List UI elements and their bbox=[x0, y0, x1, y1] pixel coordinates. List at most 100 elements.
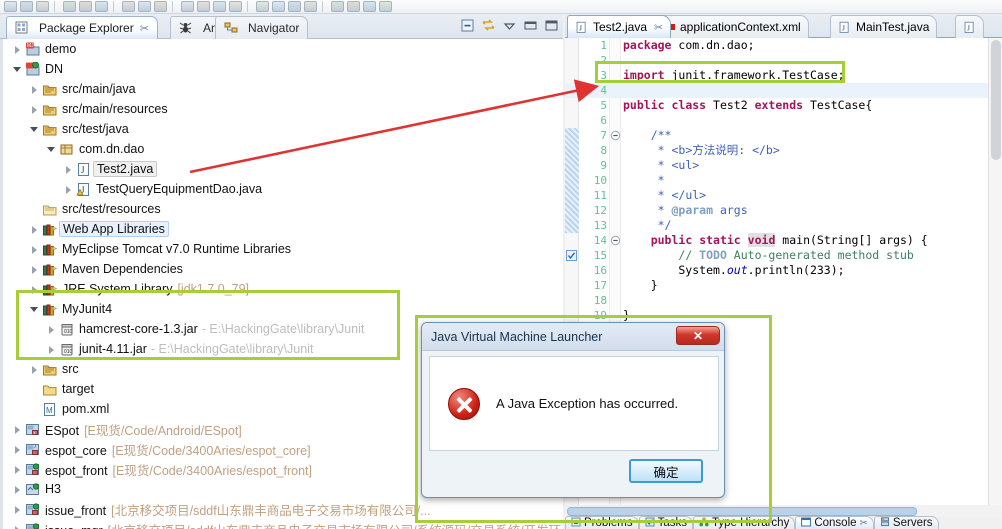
tree-item-src-main-resources[interactable]: src/main/resources bbox=[3, 99, 563, 119]
chevron-right-icon[interactable] bbox=[30, 365, 39, 374]
new-icon[interactable] bbox=[272, 1, 285, 12]
minimize-icon[interactable] bbox=[523, 18, 538, 33]
tab-navigator[interactable]: Navigator bbox=[215, 16, 309, 39]
code-line[interactable]: 6 bbox=[565, 113, 1002, 128]
code-line[interactable]: 8 * <b>方法说明: </b> bbox=[565, 143, 1002, 158]
code-line[interactable]: 15 // TODO Auto-generated method stub bbox=[565, 248, 1002, 263]
debug-icon[interactable] bbox=[63, 1, 76, 12]
scrollbar-thumb[interactable] bbox=[991, 40, 1001, 160]
search-icon[interactable] bbox=[138, 1, 151, 12]
chevron-right-icon[interactable] bbox=[13, 465, 22, 474]
chevron-right-icon[interactable] bbox=[13, 525, 22, 529]
chevron-right-icon[interactable] bbox=[13, 445, 22, 454]
code-line[interactable]: 16 System.out.println(233); bbox=[565, 263, 1002, 278]
link-with-editor-icon[interactable] bbox=[481, 18, 496, 33]
tree-item-myjunit4[interactable]: MyJunit4 bbox=[3, 299, 563, 319]
tree-item-testqueryequipmentdao-java[interactable]: J TestQueryEquipmentDao.java bbox=[3, 179, 563, 199]
chevron-right-icon[interactable] bbox=[30, 85, 39, 94]
tree-item-com-dn-dao[interactable]: com.dn.dao bbox=[3, 139, 563, 159]
chevron-down-icon[interactable] bbox=[30, 125, 39, 134]
tree-item-src-test-resources[interactable]: src/test/resources bbox=[3, 199, 563, 219]
code-line[interactable]: 17 } bbox=[565, 278, 1002, 293]
chevron-right-icon[interactable] bbox=[13, 425, 22, 434]
code-line[interactable]: 18 bbox=[565, 293, 1002, 308]
save-icon[interactable] bbox=[20, 1, 33, 12]
bottom-tab-problems[interactable]: Problems bbox=[565, 516, 639, 529]
close-icon[interactable]: ✂ bbox=[654, 21, 663, 34]
editor-tab-applicationcontext-xml[interactable]: applicationContext.xml bbox=[661, 15, 809, 38]
tree-item-jre-system-library[interactable]: JRE System Library [jdk1.7.0_79] bbox=[3, 279, 563, 299]
bottom-tab-type-hierarchy[interactable]: Type Hierarchy bbox=[692, 516, 796, 529]
chevron-right-icon[interactable] bbox=[47, 345, 56, 354]
code-line[interactable]: 12 * @param args bbox=[565, 203, 1002, 218]
scrollbar-thumb[interactable] bbox=[567, 507, 917, 516]
code-line[interactable]: 5 public class Test2 extends TestCase{ bbox=[565, 98, 1002, 113]
code-line[interactable]: 10 * bbox=[565, 173, 1002, 188]
maximize-icon[interactable] bbox=[544, 18, 559, 33]
editor-tab-maintest-java[interactable]: J MainTest.java bbox=[830, 15, 938, 38]
view-menu-icon[interactable] bbox=[502, 18, 517, 33]
external-tools-icon[interactable] bbox=[95, 1, 108, 12]
tree-item-maven-dependencies[interactable]: Maven Dependencies bbox=[3, 259, 563, 279]
close-icon[interactable]: ✂ bbox=[140, 22, 149, 35]
run-icon[interactable] bbox=[347, 1, 360, 12]
back-icon[interactable] bbox=[197, 1, 210, 12]
perspective-icon[interactable] bbox=[256, 1, 269, 12]
debug-icon[interactable] bbox=[331, 1, 344, 12]
chevron-right-icon[interactable] bbox=[30, 265, 39, 274]
chevron-right-icon[interactable] bbox=[13, 45, 22, 54]
tree-item-issue-front[interactable]: issue_front [北京移交项目/sddf山东鼎丰商品电子交易市场有限公司/… bbox=[3, 499, 563, 519]
chevron-right-icon[interactable] bbox=[64, 185, 73, 194]
code-line[interactable]: 3 import junit.framework.TestCase; bbox=[565, 68, 1002, 83]
chevron-right-icon[interactable] bbox=[30, 245, 39, 254]
tree-item-src-main-java[interactable]: src/main/java bbox=[3, 79, 563, 99]
editor-tab-test2-java[interactable]: J Test2.java ✂ bbox=[567, 15, 672, 38]
chevron-down-icon[interactable] bbox=[30, 305, 39, 314]
chevron-right-icon[interactable] bbox=[64, 165, 73, 174]
tab-package-explorer[interactable]: Package Explorer ✂ bbox=[6, 16, 158, 39]
tree-item-issue-mgr[interactable]: issue_mgr [北京移交项目/sddf山东鼎丰商品电子交易市场有限公司/系统… bbox=[3, 519, 563, 529]
print-icon[interactable] bbox=[304, 1, 317, 12]
chevron-right-icon[interactable] bbox=[30, 285, 39, 294]
tree-item-web-app-libraries[interactable]: Web App Libraries bbox=[3, 219, 563, 239]
code-line[interactable]: 13 */ bbox=[565, 218, 1002, 233]
code-line[interactable]: 11 * </ul> bbox=[565, 188, 1002, 203]
code-line[interactable]: 14 public static void main(String[] args… bbox=[565, 233, 1002, 248]
fold-collapse-icon[interactable] bbox=[610, 130, 621, 141]
chevron-right-icon[interactable] bbox=[30, 105, 39, 114]
run-icon[interactable] bbox=[79, 1, 92, 12]
chevron-right-icon[interactable] bbox=[47, 325, 56, 334]
fold-collapse-icon[interactable] bbox=[610, 235, 621, 246]
code-line[interactable]: 9 * <ul> bbox=[565, 158, 1002, 173]
bottom-tab-console[interactable]: Console ✂ bbox=[795, 516, 874, 529]
forward-icon[interactable] bbox=[213, 1, 226, 12]
tree-item-demo[interactable]: MJ demo bbox=[3, 39, 563, 59]
chevron-right-icon[interactable] bbox=[30, 225, 39, 234]
save-icon[interactable] bbox=[288, 1, 301, 12]
code-line[interactable]: 7 /** bbox=[565, 128, 1002, 143]
code-line[interactable]: 1 package com.dn.dao; bbox=[565, 38, 1002, 53]
chevron-down-icon[interactable] bbox=[13, 65, 22, 74]
chevron-right-icon[interactable] bbox=[13, 485, 22, 494]
editor-tab-extra[interactable]: J bbox=[955, 15, 984, 38]
collapse-all-icon[interactable] bbox=[460, 18, 475, 33]
code-line[interactable]: 4 bbox=[565, 83, 1002, 98]
tree-item-dn[interactable]: DN bbox=[3, 59, 563, 79]
tree-item-myeclipse-tomcat-v7-0-runtime-libraries[interactable]: MyEclipse Tomcat v7.0 Runtime Libraries bbox=[3, 239, 563, 259]
close-icon[interactable]: ✂ bbox=[860, 518, 868, 529]
next-annotation-icon[interactable] bbox=[154, 1, 167, 12]
ok-button[interactable]: 确定 bbox=[629, 459, 703, 483]
last-edit-icon[interactable] bbox=[181, 1, 194, 12]
chevron-right-icon[interactable] bbox=[13, 505, 22, 514]
new-package-icon[interactable] bbox=[122, 1, 135, 12]
bottom-tab-servers[interactable]: Servers bbox=[873, 516, 939, 529]
new-java-project-icon[interactable] bbox=[379, 1, 392, 12]
print-icon[interactable] bbox=[36, 1, 49, 12]
external-tools-icon[interactable] bbox=[363, 1, 376, 12]
editor-vertical-scrollbar[interactable] bbox=[988, 38, 1002, 510]
tree-item-src-test-java[interactable]: src/test/java bbox=[3, 119, 563, 139]
close-icon[interactable]: ✕ bbox=[676, 326, 720, 345]
new-icon[interactable] bbox=[4, 1, 17, 12]
pin-icon[interactable] bbox=[229, 1, 242, 12]
bottom-tab-tasks[interactable]: Tasks bbox=[638, 516, 693, 529]
